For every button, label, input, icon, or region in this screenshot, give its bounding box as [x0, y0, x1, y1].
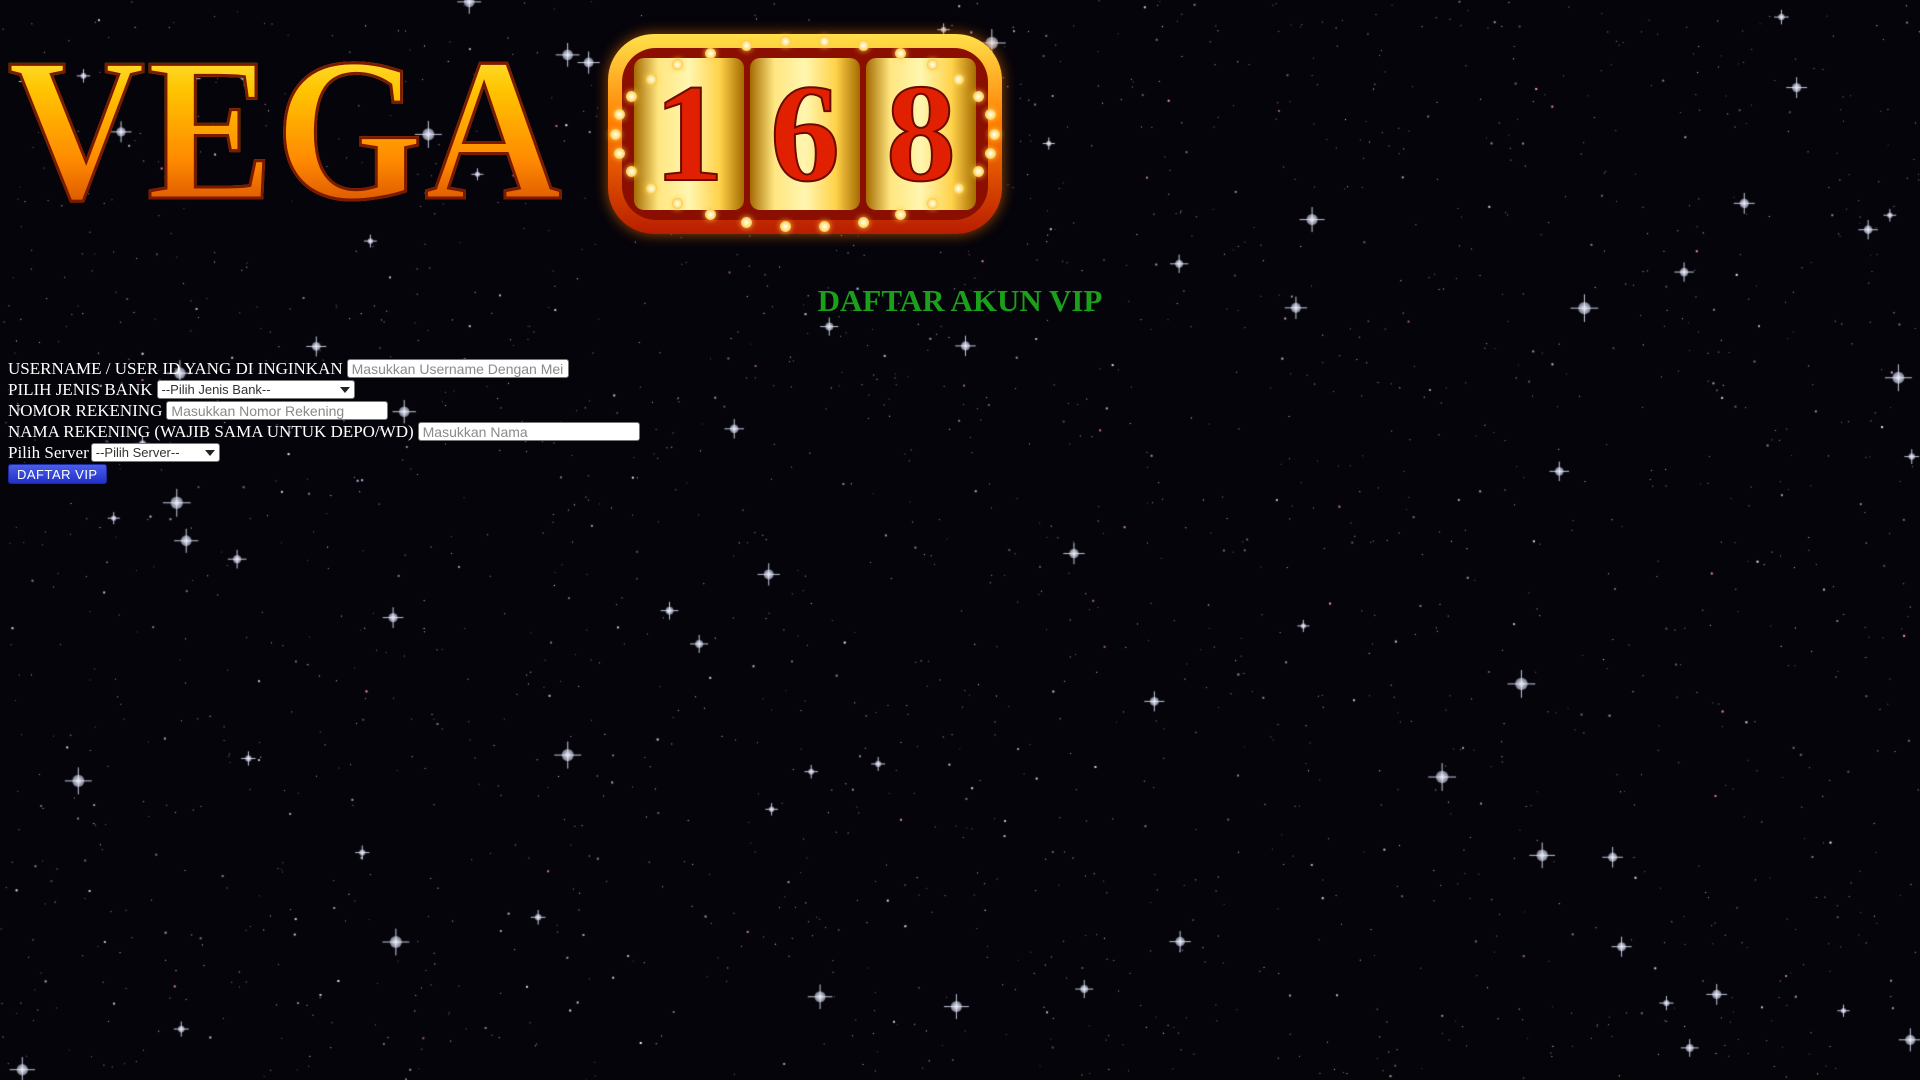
marquee-bulb: [704, 47, 716, 59]
username-label: USERNAME / USER ID YANG DI INGINKAN: [8, 359, 343, 378]
form-row-bank: PILIH JENIS BANK --Pilih Jenis Bank--: [8, 379, 640, 400]
form-row-username: USERNAME / USER ID YANG DI INGINKAN: [8, 358, 640, 379]
marquee-bulb: [740, 216, 752, 228]
form-row-account-number: NOMOR REKENING: [8, 400, 640, 421]
registration-page: VEGA 1 6 8 DAFTAR AKUN VIP USERNAME / US…: [0, 0, 1920, 1080]
account-name-label: NAMA REKENING (WAJIB SAMA UNTUK DEPO/WD): [8, 422, 414, 441]
marquee-bulb: [973, 90, 985, 102]
marquee-bulb: [926, 197, 938, 209]
form-row-server: Pilih Server --Pilih Server--: [8, 442, 640, 463]
marquee-bulb: [985, 147, 997, 159]
bank-label: PILIH JENIS BANK: [8, 380, 153, 399]
marquee-bulb: [894, 209, 906, 221]
form-row-submit: DAFTAR VIP: [8, 463, 640, 484]
marquee-bulb: [926, 59, 938, 71]
bank-select[interactable]: --Pilih Jenis Bank--: [156, 380, 355, 399]
server-select[interactable]: --Pilih Server--: [90, 443, 220, 462]
marquee-bulb: [704, 209, 716, 221]
marquee-bulb: [740, 40, 752, 52]
page-title: DAFTAR AKUN VIP: [817, 283, 1103, 318]
marquee-bulb: [819, 36, 831, 47]
marquee-bulb: [625, 90, 637, 102]
marquee-bulb: [610, 128, 621, 140]
marquee-bulb: [819, 220, 831, 232]
marquee-bulb: [779, 36, 791, 47]
marquee-bulb: [858, 216, 870, 228]
marquee-bulb: [645, 183, 657, 195]
server-label: Pilih Server: [8, 443, 89, 462]
form-row-account-name: NAMA REKENING (WAJIB SAMA UNTUK DEPO/WD): [8, 421, 640, 442]
marquee-bulb: [645, 73, 657, 85]
marquee-bulb: [613, 147, 625, 159]
bank-select-value: --Pilih Jenis Bank--: [161, 382, 271, 397]
chevron-down-icon: [204, 449, 215, 456]
registration-form: USERNAME / USER ID YANG DI INGINKAN PILI…: [8, 358, 640, 484]
account-number-label: NOMOR REKENING: [8, 401, 163, 420]
server-select-value: --Pilih Server--: [95, 445, 180, 460]
marquee-bulb: [672, 197, 684, 209]
logo-slot-reels: 1 6 8: [622, 48, 988, 220]
logo-slot-badge: 1 6 8: [608, 34, 1002, 234]
marquee-bulb: [613, 109, 625, 121]
account-number-input[interactable]: [166, 401, 389, 420]
marquee-bulb: [989, 128, 1000, 140]
vega168-logo: VEGA 1 6 8: [7, 17, 1008, 243]
daftar-vip-button[interactable]: DAFTAR VIP: [8, 464, 107, 484]
marquee-bulb: [985, 109, 997, 121]
chevron-down-icon: [339, 386, 350, 393]
marquee-bulb: [953, 73, 965, 85]
marquee-bulb: [779, 220, 791, 232]
logo-reel-digit: 6: [750, 58, 860, 210]
logo-wordmark: VEGA: [7, 17, 564, 243]
username-input[interactable]: [346, 359, 569, 378]
account-name-input[interactable]: [417, 422, 640, 441]
marquee-bulb: [894, 47, 906, 59]
